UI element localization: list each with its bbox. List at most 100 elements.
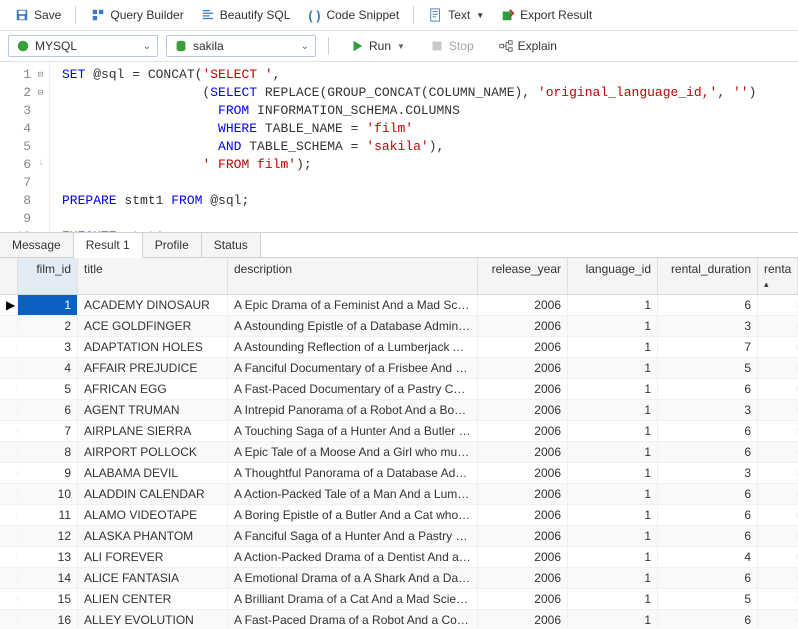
snippet-button[interactable]: ( ) Code Snippet bbox=[300, 4, 405, 26]
table-row[interactable]: 11ALAMO VIDEOTAPEA Boring Epistle of a B… bbox=[0, 505, 798, 526]
cell-release-year[interactable]: 2006 bbox=[478, 610, 568, 629]
table-row[interactable]: 9ALABAMA DEVILA Thoughtful Panorama of a… bbox=[0, 463, 798, 484]
cell-description[interactable]: A Thoughtful Panorama of a Database Admi… bbox=[228, 463, 478, 483]
col-rental-duration[interactable]: rental_duration bbox=[658, 258, 758, 294]
tab-status[interactable]: Status bbox=[202, 233, 261, 257]
table-row[interactable]: 5AFRICAN EGGA Fast-Paced Documentary of … bbox=[0, 379, 798, 400]
cell-rental-duration[interactable]: 3 bbox=[658, 400, 758, 420]
cell-renta[interactable] bbox=[758, 407, 798, 413]
cell-title[interactable]: AIRPLANE SIERRA bbox=[78, 421, 228, 441]
cell-rental-duration[interactable]: 6 bbox=[658, 442, 758, 462]
cell-rental-duration[interactable]: 6 bbox=[658, 295, 758, 315]
cell-language-id[interactable]: 1 bbox=[568, 463, 658, 483]
cell-renta[interactable] bbox=[758, 491, 798, 497]
explain-button[interactable]: Explain bbox=[490, 36, 565, 56]
table-row[interactable]: 12ALASKA PHANTOMA Fanciful Saga of a Hun… bbox=[0, 526, 798, 547]
cell-renta[interactable] bbox=[758, 323, 798, 329]
cell-description[interactable]: A Brilliant Drama of a Cat And a Mad Sci… bbox=[228, 589, 478, 609]
cell-language-id[interactable]: 1 bbox=[568, 421, 658, 441]
cell-title[interactable]: ALLEY EVOLUTION bbox=[78, 610, 228, 629]
cell-renta[interactable] bbox=[758, 365, 798, 371]
cell-renta[interactable] bbox=[758, 512, 798, 518]
cell-rental-duration[interactable]: 6 bbox=[658, 610, 758, 629]
table-row[interactable]: 6AGENT TRUMANA Intrepid Panorama of a Ro… bbox=[0, 400, 798, 421]
cell-description[interactable]: A Action-Packed Drama of a Dentist And a… bbox=[228, 547, 478, 567]
fold-icon[interactable]: ⊟ bbox=[33, 84, 43, 102]
table-row[interactable]: 4AFFAIR PREJUDICEA Fanciful Documentary … bbox=[0, 358, 798, 379]
cell-release-year[interactable]: 2006 bbox=[478, 295, 568, 315]
cell-title[interactable]: AIRPORT POLLOCK bbox=[78, 442, 228, 462]
cell-film-id[interactable]: 10 bbox=[18, 484, 78, 504]
cell-title[interactable]: ALIEN CENTER bbox=[78, 589, 228, 609]
cell-description[interactable]: A Emotional Drama of a A Shark And a Dat… bbox=[228, 568, 478, 588]
cell-renta[interactable] bbox=[758, 344, 798, 350]
cell-language-id[interactable]: 1 bbox=[568, 295, 658, 315]
cell-title[interactable]: AFFAIR PREJUDICE bbox=[78, 358, 228, 378]
cell-renta[interactable] bbox=[758, 533, 798, 539]
table-row[interactable]: 13ALI FOREVERA Action-Packed Drama of a … bbox=[0, 547, 798, 568]
result-grid[interactable]: film_id title description release_year l… bbox=[0, 258, 798, 629]
cell-release-year[interactable]: 2006 bbox=[478, 505, 568, 525]
cell-description[interactable]: A Epic Tale of a Moose And a Girl who mu… bbox=[228, 442, 478, 462]
table-row[interactable]: 14ALICE FANTASIAA Emotional Drama of a A… bbox=[0, 568, 798, 589]
sql-editor[interactable]: 1⊟ 2⊟ 3 4 5 6└ 7 8 9 10 SET @sql = CONCA… bbox=[0, 62, 798, 232]
beautify-button[interactable]: Beautify SQL bbox=[194, 4, 297, 26]
cell-film-id[interactable]: 4 bbox=[18, 358, 78, 378]
cell-renta[interactable] bbox=[758, 428, 798, 434]
tab-profile[interactable]: Profile bbox=[143, 233, 202, 257]
table-row[interactable]: 15ALIEN CENTERA Brilliant Drama of a Cat… bbox=[0, 589, 798, 610]
cell-language-id[interactable]: 1 bbox=[568, 568, 658, 588]
cell-rental-duration[interactable]: 6 bbox=[658, 505, 758, 525]
cell-renta[interactable] bbox=[758, 596, 798, 602]
cell-renta[interactable] bbox=[758, 554, 798, 560]
cell-language-id[interactable]: 1 bbox=[568, 526, 658, 546]
cell-release-year[interactable]: 2006 bbox=[478, 358, 568, 378]
cell-release-year[interactable]: 2006 bbox=[478, 463, 568, 483]
col-renta[interactable]: renta ▴ bbox=[758, 258, 798, 294]
cell-description[interactable]: A Action-Packed Tale of a Man And a Lumb… bbox=[228, 484, 478, 504]
table-row[interactable]: ▶1ACADEMY DINOSAURA Epic Drama of a Femi… bbox=[0, 295, 798, 316]
cell-film-id[interactable]: 5 bbox=[18, 379, 78, 399]
cell-release-year[interactable]: 2006 bbox=[478, 337, 568, 357]
cell-title[interactable]: ALI FOREVER bbox=[78, 547, 228, 567]
cell-description[interactable]: A Boring Epistle of a Butler And a Cat w… bbox=[228, 505, 478, 525]
cell-film-id[interactable]: 15 bbox=[18, 589, 78, 609]
cell-rental-duration[interactable]: 3 bbox=[658, 463, 758, 483]
query-builder-button[interactable]: Query Builder bbox=[84, 4, 189, 26]
tab-result1[interactable]: Result 1 bbox=[74, 233, 143, 258]
cell-release-year[interactable]: 2006 bbox=[478, 568, 568, 588]
col-film-id[interactable]: film_id bbox=[18, 258, 78, 294]
col-release-year[interactable]: release_year bbox=[478, 258, 568, 294]
cell-rental-duration[interactable]: 6 bbox=[658, 568, 758, 588]
cell-renta[interactable] bbox=[758, 470, 798, 476]
cell-description[interactable]: A Fast-Paced Drama of a Robot And a Comp… bbox=[228, 610, 478, 629]
database-dropdown[interactable]: sakila ⌄ bbox=[166, 35, 316, 57]
cell-release-year[interactable]: 2006 bbox=[478, 421, 568, 441]
cell-rental-duration[interactable]: 5 bbox=[658, 358, 758, 378]
cell-release-year[interactable]: 2006 bbox=[478, 547, 568, 567]
cell-language-id[interactable]: 1 bbox=[568, 442, 658, 462]
cell-language-id[interactable]: 1 bbox=[568, 610, 658, 629]
cell-title[interactable]: AFRICAN EGG bbox=[78, 379, 228, 399]
cell-rental-duration[interactable]: 6 bbox=[658, 484, 758, 504]
cell-title[interactable]: ALASKA PHANTOM bbox=[78, 526, 228, 546]
table-row[interactable]: 10ALADDIN CALENDARA Action-Packed Tale o… bbox=[0, 484, 798, 505]
cell-title[interactable]: ALABAMA DEVIL bbox=[78, 463, 228, 483]
cell-language-id[interactable]: 1 bbox=[568, 484, 658, 504]
cell-release-year[interactable]: 2006 bbox=[478, 400, 568, 420]
cell-release-year[interactable]: 2006 bbox=[478, 316, 568, 336]
code-area[interactable]: SET @sql = CONCAT('SELECT ', (SELECT REP… bbox=[50, 62, 756, 232]
cell-rental-duration[interactable]: 7 bbox=[658, 337, 758, 357]
cell-title[interactable]: ACADEMY DINOSAUR bbox=[78, 295, 228, 315]
cell-rental-duration[interactable]: 6 bbox=[658, 526, 758, 546]
save-button[interactable]: Save bbox=[8, 4, 67, 26]
cell-description[interactable]: A Astounding Epistle of a Database Admin… bbox=[228, 316, 478, 336]
cell-film-id[interactable]: 9 bbox=[18, 463, 78, 483]
cell-film-id[interactable]: 6 bbox=[18, 400, 78, 420]
cell-film-id[interactable]: 2 bbox=[18, 316, 78, 336]
cell-rental-duration[interactable]: 6 bbox=[658, 421, 758, 441]
cell-language-id[interactable]: 1 bbox=[568, 316, 658, 336]
cell-release-year[interactable]: 2006 bbox=[478, 442, 568, 462]
cell-description[interactable]: A Fanciful Saga of a Hunter And a Pastry… bbox=[228, 526, 478, 546]
cell-language-id[interactable]: 1 bbox=[568, 505, 658, 525]
